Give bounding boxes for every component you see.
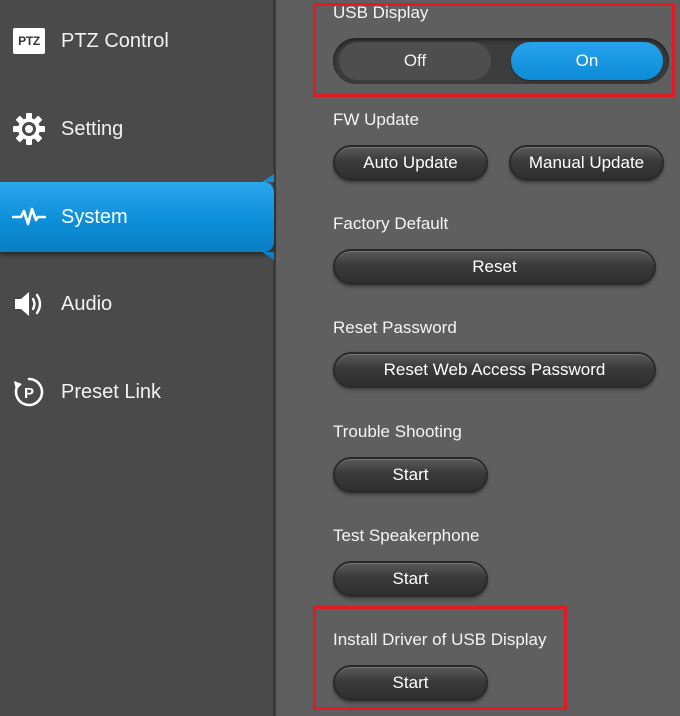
- usb-display-label: USB Display: [333, 3, 429, 22]
- svg-text:P: P: [24, 385, 34, 402]
- test-speakerphone-start-button[interactable]: Start: [333, 561, 488, 597]
- install-driver-label: Install Driver of USB Display: [333, 630, 547, 649]
- sidebar-item-label: Setting: [61, 117, 124, 140]
- sidebar-item-label: System: [61, 205, 128, 228]
- reset-web-access-password-button[interactable]: Reset Web Access Password: [333, 352, 656, 388]
- factory-default-label: Factory Default: [333, 214, 449, 233]
- pulse-icon: [11, 199, 47, 235]
- sidebar-item-setting[interactable]: Setting: [0, 94, 274, 164]
- sidebar-item-label: Audio: [61, 292, 113, 315]
- sidebar-item-preset-link[interactable]: P Preset Link: [0, 357, 274, 427]
- sidebar-item-label: PTZ Control: [61, 29, 169, 52]
- gear-icon: [11, 111, 47, 147]
- sidebar: PTZ PTZ Control Setting System Audio P P…: [0, 0, 276, 716]
- sidebar-item-audio[interactable]: Audio: [0, 269, 274, 339]
- sidebar-item-system[interactable]: System: [0, 182, 274, 252]
- speaker-icon: [11, 286, 47, 322]
- preset-link-icon: P: [11, 374, 47, 410]
- trouble-shooting-start-button[interactable]: Start: [333, 457, 488, 493]
- fw-update-label: FW Update: [333, 110, 419, 129]
- ptz-badge-icon: PTZ: [11, 23, 47, 59]
- auto-update-button[interactable]: Auto Update: [333, 145, 488, 181]
- test-speakerphone-label: Test Speakerphone: [333, 526, 480, 545]
- install-driver-start-button[interactable]: Start: [333, 665, 488, 701]
- reset-button[interactable]: Reset: [333, 249, 656, 285]
- sidebar-item-ptz-control[interactable]: PTZ PTZ Control: [0, 6, 274, 76]
- sidebar-item-label: Preset Link: [61, 380, 162, 403]
- usb-display-on-option[interactable]: On: [511, 42, 663, 80]
- usb-display-off-option[interactable]: Off: [339, 42, 491, 80]
- manual-update-button[interactable]: Manual Update: [509, 145, 664, 181]
- trouble-shooting-label: Trouble Shooting: [333, 422, 462, 441]
- reset-password-label: Reset Password: [333, 318, 457, 337]
